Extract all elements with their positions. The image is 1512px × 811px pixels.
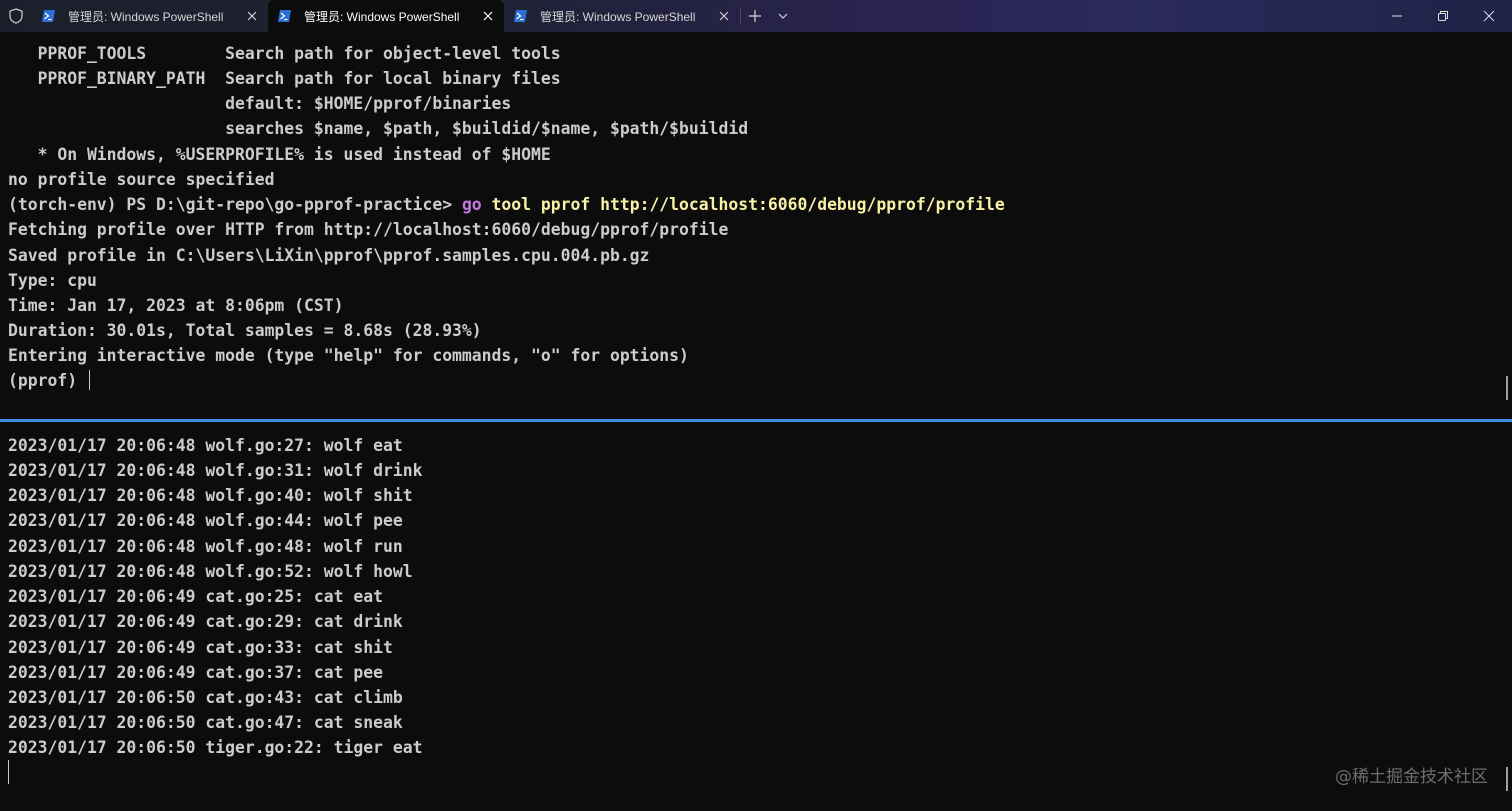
restore-button[interactable] [1420, 0, 1466, 32]
shield-icon [0, 0, 32, 32]
shell-prompt: (torch-env) PS D:\git-repo\go-pprof-prac… [8, 195, 462, 214]
output-line: * On Windows, %USERPROFILE% is used inst… [8, 145, 551, 164]
terminal-pane-top[interactable]: PPROF_TOOLS Search path for object-level… [0, 32, 1512, 418]
output-line: PPROF_BINARY_PATH Search path for local … [8, 69, 561, 88]
log-line: 2023/01/17 20:06:49 cat.go:37: cat pee [8, 663, 383, 682]
chevron-down-icon [778, 13, 788, 19]
output-line: Type: cpu [8, 271, 97, 290]
tab-dropdown-button[interactable] [769, 0, 797, 32]
output-line: Time: Jan 17, 2023 at 8:06pm (CST) [8, 296, 344, 315]
tab-title: 管理员: Windows PowerShell [304, 9, 460, 24]
pane-focus-border [0, 419, 1512, 422]
powershell-icon [42, 9, 56, 23]
output-line: Saved profile in C:\Users\LiXin\pprof\pp… [8, 246, 650, 265]
log-line: 2023/01/17 20:06:48 wolf.go:44: wolf pee [8, 511, 403, 530]
command-keyword: go [461, 195, 482, 214]
close-icon [1483, 10, 1495, 22]
log-line: 2023/01/17 20:06:48 wolf.go:52: wolf how… [8, 562, 413, 581]
powershell-icon [514, 9, 528, 23]
watermark: @稀土掘金技术社区 [1335, 767, 1488, 787]
close-icon[interactable] [240, 4, 264, 28]
output-line: searches $name, $path, $buildid/$name, $… [8, 119, 749, 138]
plus-icon [749, 10, 761, 22]
title-bar: 管理员: Windows PowerShell 管理员: Windows Pow… [0, 0, 1512, 32]
close-icon[interactable] [476, 4, 500, 28]
tab-title: 管理员: Windows PowerShell [68, 9, 224, 24]
tab-powershell-2[interactable]: 管理员: Windows PowerShell [268, 0, 504, 32]
command-args: tool pprof http://localhost:6060/debug/p… [481, 195, 1005, 214]
minimize-icon [1392, 15, 1402, 17]
output-line: PPROF_TOOLS Search path for object-level… [8, 44, 561, 63]
log-line: 2023/01/17 20:06:48 wolf.go:48: wolf run [8, 537, 403, 556]
log-line: 2023/01/17 20:06:49 cat.go:29: cat drink [8, 612, 403, 631]
output-line: Entering interactive mode (type "help" f… [8, 346, 689, 365]
log-line: 2023/01/17 20:06:50 cat.go:43: cat climb [8, 688, 403, 707]
pprof-prompt: (pprof) [8, 371, 87, 390]
log-line: 2023/01/17 20:06:48 wolf.go:31: wolf dri… [8, 461, 423, 480]
log-line: 2023/01/17 20:06:49 cat.go:33: cat shit [8, 638, 393, 657]
close-icon[interactable] [712, 4, 736, 28]
new-tab-button[interactable] [741, 0, 769, 32]
tab-powershell-1[interactable]: 管理员: Windows PowerShell [32, 0, 268, 32]
output-line: default: $HOME/pprof/binaries [8, 94, 512, 113]
output-line: Duration: 30.01s, Total samples = 8.68s … [8, 321, 482, 340]
pprof-prompt-line[interactable]: (pprof) [8, 368, 90, 393]
output-line: Fetching profile over HTTP from http://l… [8, 220, 729, 239]
log-line: 2023/01/17 20:06:49 cat.go:25: cat eat [8, 587, 383, 606]
scrollbar-thumb[interactable] [1506, 767, 1508, 791]
command-line: (torch-env) PS D:\git-repo\go-pprof-prac… [8, 192, 1005, 217]
terminal-pane-bottom[interactable]: 2023/01/17 20:06:48 wolf.go:27: wolf eat… [0, 424, 1512, 811]
close-window-button[interactable] [1466, 0, 1512, 32]
scrollbar-thumb[interactable] [1506, 376, 1508, 400]
restore-icon [1438, 11, 1448, 21]
text-cursor [8, 760, 9, 784]
minimize-button[interactable] [1374, 0, 1420, 32]
text-cursor [88, 370, 90, 390]
log-line: 2023/01/17 20:06:50 cat.go:47: cat sneak [8, 713, 403, 732]
tab-powershell-3[interactable]: 管理员: Windows PowerShell [504, 0, 740, 32]
tab-title: 管理员: Windows PowerShell [540, 9, 696, 24]
powershell-icon [278, 9, 292, 23]
log-line: 2023/01/17 20:06:48 wolf.go:40: wolf shi… [8, 486, 413, 505]
log-line: 2023/01/17 20:06:48 wolf.go:27: wolf eat [8, 436, 403, 455]
log-line: 2023/01/17 20:06:50 tiger.go:22: tiger e… [8, 738, 423, 757]
output-line: no profile source specified [8, 170, 275, 189]
